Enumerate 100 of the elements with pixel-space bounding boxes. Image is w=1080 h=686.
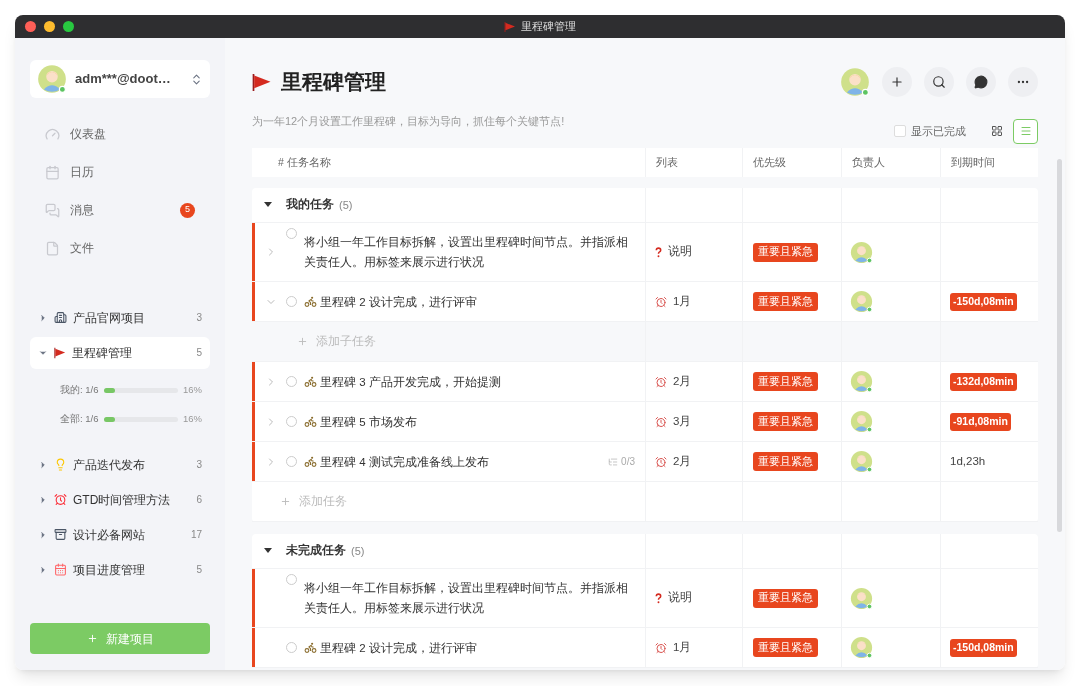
more-button[interactable]	[1008, 67, 1038, 97]
owner-avatar	[850, 240, 873, 264]
list-label: 说明	[668, 244, 692, 260]
project-name: 设计必备网站	[73, 526, 146, 544]
priority-tag: 重要且紧急	[753, 372, 818, 391]
group-title: 未完成任务	[286, 542, 346, 559]
column-header: # 任务名称	[278, 154, 331, 170]
owner-avatar	[850, 450, 873, 473]
plus-icon	[297, 336, 308, 347]
minimize-button[interactable]	[44, 21, 55, 32]
project-item[interactable]: 设计必备网站 17	[30, 518, 210, 551]
file-icon	[45, 240, 60, 256]
task-title: 将小组一年工作目标拆解，设置出里程碑时间节点。并指派相关责任人。用标签来展示进行状况	[304, 235, 629, 270]
priority-tag: 重要且紧急	[753, 638, 818, 657]
plus-icon	[86, 633, 98, 644]
priority-tag: 重要且紧急	[753, 292, 818, 311]
alarm-clock-icon	[655, 641, 667, 654]
list-label: 3月	[673, 413, 692, 429]
chat-icon	[974, 75, 988, 89]
project-count: 5	[196, 563, 202, 577]
project-name: 里程碑管理	[72, 344, 133, 362]
question-mark-icon	[655, 592, 662, 604]
due-time: 1d,23h	[950, 453, 986, 469]
progress-percent: 16%	[183, 382, 202, 397]
task-title: 里程碑 5 市场发布	[320, 414, 418, 430]
owner-avatar	[850, 410, 873, 433]
progress-label: 我的: 1/6	[60, 382, 99, 397]
lightbulb-icon	[54, 458, 67, 471]
due-tag: -132d,08min	[950, 372, 1017, 391]
owner-avatar	[850, 636, 873, 659]
task-row[interactable]: 里程碑 5 市场发布 3月 重要且紧急 -91d,08min	[252, 402, 1038, 442]
task-row[interactable]: 将小组一年工作目标拆解，设置出里程碑时间节点。并指派相关责任人。用标签来展示进行状况 说明 重要且紧急	[252, 223, 1038, 282]
caret-right-icon	[38, 564, 48, 575]
project-item[interactable]: GTD时间管理方法 6	[30, 483, 210, 516]
plus-icon	[280, 496, 291, 507]
search-button[interactable]	[924, 67, 954, 97]
project-count: 5	[196, 346, 202, 360]
flag-icon	[54, 346, 66, 359]
project-item[interactable]: 产品官网项目 3	[30, 301, 210, 334]
project-item[interactable]: 产品迭代发布 3	[30, 448, 210, 481]
list-label: 说明	[668, 590, 692, 606]
task-title: 里程碑 2 设计完成，进行评审	[320, 294, 478, 310]
task-row[interactable]: 里程碑 2 设计完成，进行评审 1月 重要且紧急 -150d,08min	[252, 628, 1038, 668]
list-icon	[1019, 125, 1032, 137]
nav-item[interactable]: 日历	[30, 153, 210, 191]
column-header: 到期时间	[951, 154, 995, 170]
project-count: 6	[196, 493, 202, 507]
project-name: 产品迭代发布	[73, 456, 146, 474]
task-row[interactable]: 将小组一年工作目标拆解，设置出里程碑时间节点。并指派相关责任人。用标签来展示进行状况 说明 重要且紧急	[252, 569, 1038, 628]
column-header: 优先级	[753, 154, 786, 170]
calendar-icon	[54, 563, 67, 576]
project-count: 17	[190, 528, 202, 542]
alarm-clock-icon	[655, 375, 667, 388]
page-title: 里程碑管理	[281, 69, 387, 96]
subtask-icon	[608, 456, 619, 467]
caret-right-icon	[38, 529, 48, 540]
nav-item[interactable]: 仪表盘	[30, 115, 210, 153]
list-label: 1月	[673, 639, 692, 655]
task-title: 里程碑 3 产品开发完成，开始提测	[320, 374, 502, 390]
group-toggle-icon[interactable]	[264, 202, 272, 208]
project-item[interactable]: 里程碑管理 5	[30, 336, 210, 369]
project-name: 项目进度管理	[73, 561, 146, 579]
maximize-button[interactable]	[63, 21, 74, 32]
project-count: 3	[196, 458, 202, 472]
flag-icon	[252, 73, 272, 91]
chat-button[interactable]	[966, 67, 996, 97]
gauge-icon	[45, 126, 60, 142]
page-subtitle: 为一年12个月设置工作里程碑，目标为导向，抓住每个关键节点!	[252, 114, 566, 129]
priority-tag: 重要且紧急	[753, 412, 818, 431]
alarm-clock-icon	[54, 493, 67, 506]
archive-icon	[54, 528, 67, 541]
add-button[interactable]	[882, 67, 912, 97]
caret-right-icon	[38, 494, 48, 505]
project-count: 3	[196, 311, 202, 325]
group-title: 我的任务	[286, 197, 334, 213]
show-completed-checkbox[interactable]	[894, 125, 906, 137]
progress-percent: 16%	[183, 411, 202, 426]
owner-avatar	[850, 290, 873, 313]
priority-tag: 重要且紧急	[753, 588, 818, 608]
progress-label: 全部: 1/6	[60, 411, 99, 426]
project-item[interactable]: 项目进度管理 5	[30, 553, 210, 586]
task-row[interactable]: 里程碑 4 测试完成准备线上发布 0/3 2月 重要且紧急 1d,23h	[252, 442, 1038, 482]
priority-tag: 重要且紧急	[753, 242, 818, 262]
task-row[interactable]: 里程碑 3 产品开发完成，开始提测 2月 重要且紧急 -132d,08min	[252, 362, 1038, 402]
list-label: 1月	[673, 293, 692, 309]
account-card[interactable]: adm***@doot…	[30, 60, 210, 98]
close-button[interactable]	[25, 21, 36, 32]
caret-right-icon	[38, 459, 48, 470]
list-label: 2月	[673, 453, 692, 469]
group-toggle-icon[interactable]	[264, 548, 272, 554]
nav-item[interactable]: 文件	[30, 229, 210, 267]
scrollbar[interactable]	[1057, 159, 1062, 532]
subtask-count: 0/3	[621, 455, 635, 469]
chevron-up-down-icon[interactable]	[190, 72, 203, 86]
flag-icon	[503, 21, 516, 32]
account-name: adm***@doot…	[75, 70, 172, 89]
task-title: 里程碑 4 测试完成准备线上发布	[320, 454, 490, 470]
calendar-icon	[45, 164, 60, 180]
nav-item[interactable]: 消息 5	[30, 191, 210, 229]
question-mark-icon	[655, 246, 662, 258]
